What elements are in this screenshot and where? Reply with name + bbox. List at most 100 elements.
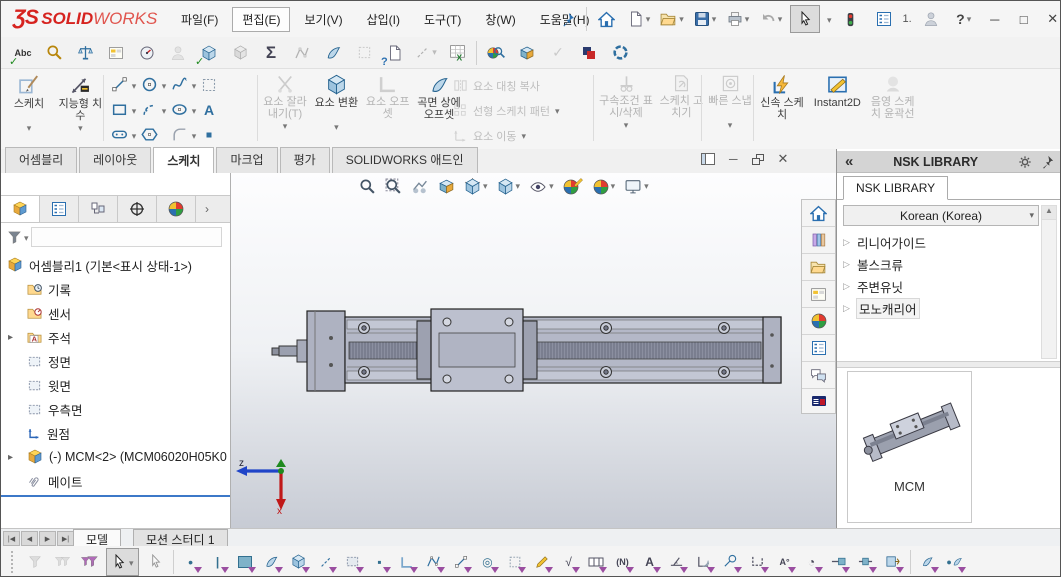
fillet-dropdown[interactable] [192,128,197,142]
filter-center-marks[interactable]: ◎ [478,551,498,573]
view-palette-button[interactable] [802,281,835,308]
mirror-entities-button[interactable]: 요소 대칭 복사 [453,73,591,98]
tab-sketch[interactable]: 스케치 [153,147,214,173]
compare-documents-button[interactable] [577,41,601,65]
slot-tool[interactable] [111,126,128,143]
tab-property-manager[interactable] [40,196,79,222]
menu-file[interactable]: 파일(F) [171,7,228,32]
filter-planes[interactable] [343,551,363,573]
close-button[interactable]: ✕ [1041,11,1061,27]
filter-balloons[interactable] [721,551,741,573]
open-file-button[interactable] [658,6,686,32]
line-tool[interactable] [111,76,128,93]
display-style-button[interactable] [497,178,521,195]
filter-mate-references[interactable]: ● [945,551,965,573]
ellipse-dropdown[interactable] [192,103,197,117]
previous-view-button[interactable] [411,178,429,195]
filter-dimension-frames[interactable] [586,551,606,573]
filter-geometric-tolerances[interactable] [694,551,714,573]
arc-dropdown[interactable] [162,103,167,117]
menu-view[interactable]: 보기(V) [294,7,352,32]
tree-expand-icon[interactable]: ▷ [843,303,851,314]
filter-midpoints[interactable] [451,551,471,573]
scroll-next-button[interactable]: ▶ [39,531,56,546]
tab-display-manager[interactable] [157,196,196,222]
pane-icon[interactable] [701,153,715,165]
toggle-selection-filters-button[interactable] [79,551,99,573]
filter-notes[interactable]: (N) [613,551,633,573]
measure-button[interactable] [42,41,66,65]
filter-sketches[interactable] [397,551,417,573]
design-checker-button[interactable]: ? [383,41,407,65]
rollback-bar[interactable] [1,495,230,497]
accept-check-button[interactable]: ✓ [546,41,570,65]
sketch-text-tool[interactable]: A [204,102,214,118]
filter-edges[interactable]: | [208,551,228,573]
tab-assembly[interactable]: 어셈블리 [5,147,77,173]
tree-item-history[interactable]: 기록 [1,277,230,301]
solidworks-forum-button[interactable] [802,362,835,389]
display-delete-relations-button[interactable]: 구속조건 표시/삭제 [598,69,654,131]
user-account-button[interactable] [917,6,945,32]
filter-section-lines[interactable] [883,551,903,573]
select-tool-button[interactable] [790,5,820,33]
tab-evaluate[interactable]: 평가 [280,147,330,173]
line-dropdown[interactable] [132,78,137,92]
tree-expand-icon[interactable]: ▷ [843,281,851,292]
category-peripheral-unit[interactable]: ▷주변유닛 [843,275,1028,297]
ellipse-tool[interactable] [171,101,188,118]
select-tool-dropdown[interactable] [825,12,832,26]
section-properties-button[interactable] [104,41,128,65]
polygon-tool[interactable] [141,126,158,143]
collapse-panel-icon[interactable]: « [845,153,853,170]
relations-dropdown[interactable] [624,119,629,131]
convert-dropdown[interactable] [334,121,339,133]
mcm-preview-card[interactable]: MCM [847,371,972,523]
task-home-button[interactable] [802,200,835,227]
tree-item-mcm-component[interactable]: (-) MCM<2> (MCM06020H05K0 [1,445,230,469]
interrupt-traffic-light-button[interactable] [837,6,865,32]
linear-pattern-dropdown[interactable] [555,105,560,117]
compare-button[interactable] [352,41,376,65]
selection-box-tool[interactable] [201,77,217,93]
section-hatch-button[interactable] [515,41,539,65]
undo-button[interactable] [757,6,785,32]
trim-entities-button[interactable]: 요소 잘라내기(T) [261,69,309,132]
filter-dimensions[interactable] [532,551,552,573]
circle-tool[interactable] [141,76,158,93]
tab-configuration-manager[interactable] [79,196,118,222]
save-button[interactable] [691,6,719,32]
move-entities-button[interactable]: 요소 이동 [453,123,591,148]
smart-dimension-dropdown[interactable] [78,122,83,134]
equations-button[interactable]: Σ [259,41,283,65]
dimxpert-button[interactable] [414,41,438,65]
filter-surface-bodies[interactable] [262,551,282,573]
filter-dowel-pins[interactable] [748,551,768,573]
scroll-up-icon[interactable]: ▲ [1042,206,1056,220]
apply-scene-button[interactable] [593,179,616,195]
filter-routing-points[interactable] [856,551,876,573]
scroll-first-button[interactable]: |◀ [3,531,20,546]
rectangle-tool[interactable] [111,101,128,118]
pushpin-icon[interactable] [553,6,581,32]
fillet-tool[interactable] [171,126,188,143]
filter-dropdown[interactable] [24,230,29,244]
menu-edit[interactable]: 편집(E) [232,7,290,32]
clear-all-filters-button[interactable] [25,551,45,573]
nsk-addin-button[interactable] [802,389,835,413]
tree-item-mates[interactable]: 메이트 [1,469,230,493]
edit-appearance-button[interactable] [563,179,584,195]
magnified-selection-button[interactable] [146,551,166,573]
category-ball-screw[interactable]: ▷볼스크류 [843,253,1028,275]
category-monocarrier[interactable]: ▷모노캐리어 [843,297,1028,319]
shaded-sketch-contours-button[interactable]: 음영 스케치 윤곽선 [869,69,917,120]
filter-input[interactable] [31,227,222,247]
move-dropdown[interactable] [522,130,527,142]
filter-sketch-segments[interactable] [424,551,444,573]
gear-icon[interactable] [1018,155,1032,169]
appearances-scenes-button[interactable] [802,308,835,335]
design-library-button[interactable] [802,227,835,254]
filter-vertices[interactable]: • [181,551,201,573]
menu-window[interactable]: 창(W) [475,7,525,32]
quick-snaps-dropdown[interactable] [728,119,733,131]
